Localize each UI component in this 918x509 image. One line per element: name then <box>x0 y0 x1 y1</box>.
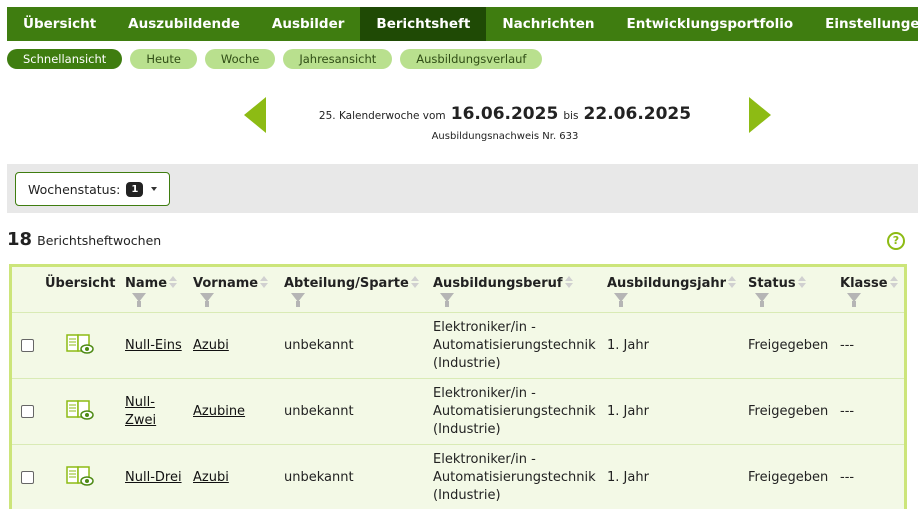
week-count-label: Berichtsheftwochen <box>37 233 162 248</box>
col-klasse[interactable]: Klasse <box>840 275 898 293</box>
filter-icon[interactable] <box>614 293 628 307</box>
row-status: Freigegeben <box>748 470 829 485</box>
col-ausbildungsberuf[interactable]: Ausbildungsberuf <box>433 275 573 293</box>
col-status[interactable]: Status <box>748 275 806 293</box>
row-status: Freigegeben <box>748 338 829 353</box>
sort-icon[interactable] <box>260 276 269 288</box>
filter-icon[interactable] <box>847 293 861 307</box>
week-from-date: 16.06.2025 <box>450 104 559 124</box>
col-ausbildungsberuf-label: Ausbildungsberuf <box>433 276 563 291</box>
col-abteilung-label: Abteilung/Sparte <box>284 276 409 291</box>
filter-icon[interactable] <box>755 293 769 307</box>
tab-heute[interactable]: Heute <box>130 49 197 69</box>
row-checkbox[interactable] <box>21 405 34 418</box>
row-vorname-link[interactable]: Azubine <box>193 403 245 421</box>
week-count: 18 Berichtsheftwochen <box>7 229 161 250</box>
row-beruf: Elektroniker/in - Automatisierungstechni… <box>433 452 596 503</box>
report-number: Ausbildungsnachweis Nr. 633 <box>431 131 579 142</box>
sort-icon[interactable] <box>797 276 806 288</box>
nav-einstellungen[interactable]: Einstellungen <box>809 7 918 41</box>
col-vorname[interactable]: Vorname <box>193 275 269 293</box>
col-klasse-label: Klasse <box>840 276 888 291</box>
book-view-icon[interactable] <box>66 466 94 488</box>
tab-schnellansicht[interactable]: Schnellansicht <box>7 49 123 69</box>
row-abteilung: unbekannt <box>284 338 354 353</box>
sub-nav: Schnellansicht Heute Woche Jahresansicht… <box>7 49 550 70</box>
caret-down-icon <box>151 187 158 191</box>
sort-icon[interactable] <box>169 276 178 288</box>
row-vorname-link[interactable]: Azubi <box>193 337 229 355</box>
wochenstatus-label: Wochenstatus: <box>28 181 121 197</box>
sort-icon[interactable] <box>564 276 573 288</box>
row-klasse: --- <box>840 338 855 353</box>
table-row: Null-Zwei Azubine unbekannt Elektroniker… <box>12 378 904 444</box>
nav-entwicklungsportfolio[interactable]: Entwicklungsportfolio <box>610 7 809 41</box>
col-ausbildungsjahr[interactable]: Ausbildungsjahr <box>607 275 737 293</box>
row-beruf: Elektroniker/in - Automatisierungstechni… <box>433 320 596 371</box>
row-name[interactable]: Null-Drei <box>125 445 182 509</box>
col-vorname-label: Vorname <box>193 276 259 291</box>
book-view-icon[interactable] <box>66 334 94 356</box>
filter-icon[interactable] <box>132 293 146 307</box>
filter-bar: Wochenstatus: 1 <box>7 164 918 213</box>
berichtsheft-table: Übersicht Name Vorname Abteilung/Sparte … <box>9 264 907 509</box>
table-row: Null-Eins Azubi unbekannt Elektroniker/i… <box>12 312 904 378</box>
tab-woche[interactable]: Woche <box>204 49 276 69</box>
col-ausbildungsjahr-label: Ausbildungsjahr <box>607 276 727 291</box>
tab-jahresansicht[interactable]: Jahresansicht <box>283 49 393 69</box>
nav-ausbilder[interactable]: Ausbilder <box>256 7 361 41</box>
row-vorname-link[interactable]: Azubi <box>193 469 229 487</box>
row-jahr: 1. Jahr <box>607 470 649 485</box>
wochenstatus-dropdown[interactable]: Wochenstatus: 1 <box>15 172 171 206</box>
row-checkbox[interactable] <box>21 339 34 352</box>
row-name-link[interactable]: Null-Eins <box>125 337 182 355</box>
main-nav: Übersicht Auszubildende Ausbilder Berich… <box>7 7 918 41</box>
col-name-label: Name <box>125 276 168 291</box>
col-name[interactable]: Name <box>125 275 178 293</box>
row-jahr: 1. Jahr <box>607 404 649 419</box>
nav-auszubildende[interactable]: Auszubildende <box>112 7 256 41</box>
sort-icon[interactable] <box>889 276 898 288</box>
week-range: 25. Kalenderwoche vom 16.06.2025 bis 22.… <box>270 104 740 124</box>
nav-berichtsheft[interactable]: Berichtsheft <box>360 7 487 41</box>
week-count-number: 18 <box>7 229 33 250</box>
filter-icon[interactable] <box>291 293 305 307</box>
help-icon[interactable]: ? <box>887 232 905 250</box>
nav-uebersicht[interactable]: Übersicht <box>7 7 112 41</box>
row-name-link[interactable]: Null-Zwei <box>125 394 159 430</box>
next-week-arrow-icon[interactable] <box>749 97 771 133</box>
row-abteilung: unbekannt <box>284 404 354 419</box>
row-jahr: 1. Jahr <box>607 338 649 353</box>
row-vorname[interactable]: Azubi <box>193 313 229 379</box>
row-vorname[interactable]: Azubine <box>193 379 245 445</box>
row-name[interactable]: Null-Zwei <box>125 379 185 445</box>
row-vorname[interactable]: Azubi <box>193 445 229 509</box>
row-abteilung: unbekannt <box>284 470 354 485</box>
col-abteilung[interactable]: Abteilung/Sparte <box>284 275 419 293</box>
row-klasse: --- <box>840 404 855 419</box>
col-uebersicht: Übersicht <box>45 276 116 291</box>
previous-week-arrow-icon[interactable] <box>244 97 266 133</box>
nav-nachrichten[interactable]: Nachrichten <box>486 7 610 41</box>
sort-icon[interactable] <box>728 276 737 288</box>
sort-icon[interactable] <box>410 276 419 288</box>
col-status-label: Status <box>748 276 796 291</box>
row-checkbox[interactable] <box>21 471 34 484</box>
book-view-icon[interactable] <box>66 400 94 422</box>
tab-ausbildungsverlauf[interactable]: Ausbildungsverlauf <box>400 49 543 69</box>
row-status: Freigegeben <box>748 404 829 419</box>
table-row: Null-Drei Azubi unbekannt Elektroniker/i… <box>12 444 904 509</box>
week-prefix: 25. Kalenderwoche vom <box>318 110 446 122</box>
row-name[interactable]: Null-Eins <box>125 313 182 379</box>
filter-icon[interactable] <box>440 293 454 307</box>
filter-icon[interactable] <box>200 293 214 307</box>
wochenstatus-badge: 1 <box>126 181 144 197</box>
week-connector: bis <box>563 110 579 122</box>
row-klasse: --- <box>840 470 855 485</box>
row-beruf: Elektroniker/in - Automatisierungstechni… <box>433 386 596 437</box>
week-to-date: 22.06.2025 <box>583 104 692 124</box>
row-name-link[interactable]: Null-Drei <box>125 469 182 487</box>
